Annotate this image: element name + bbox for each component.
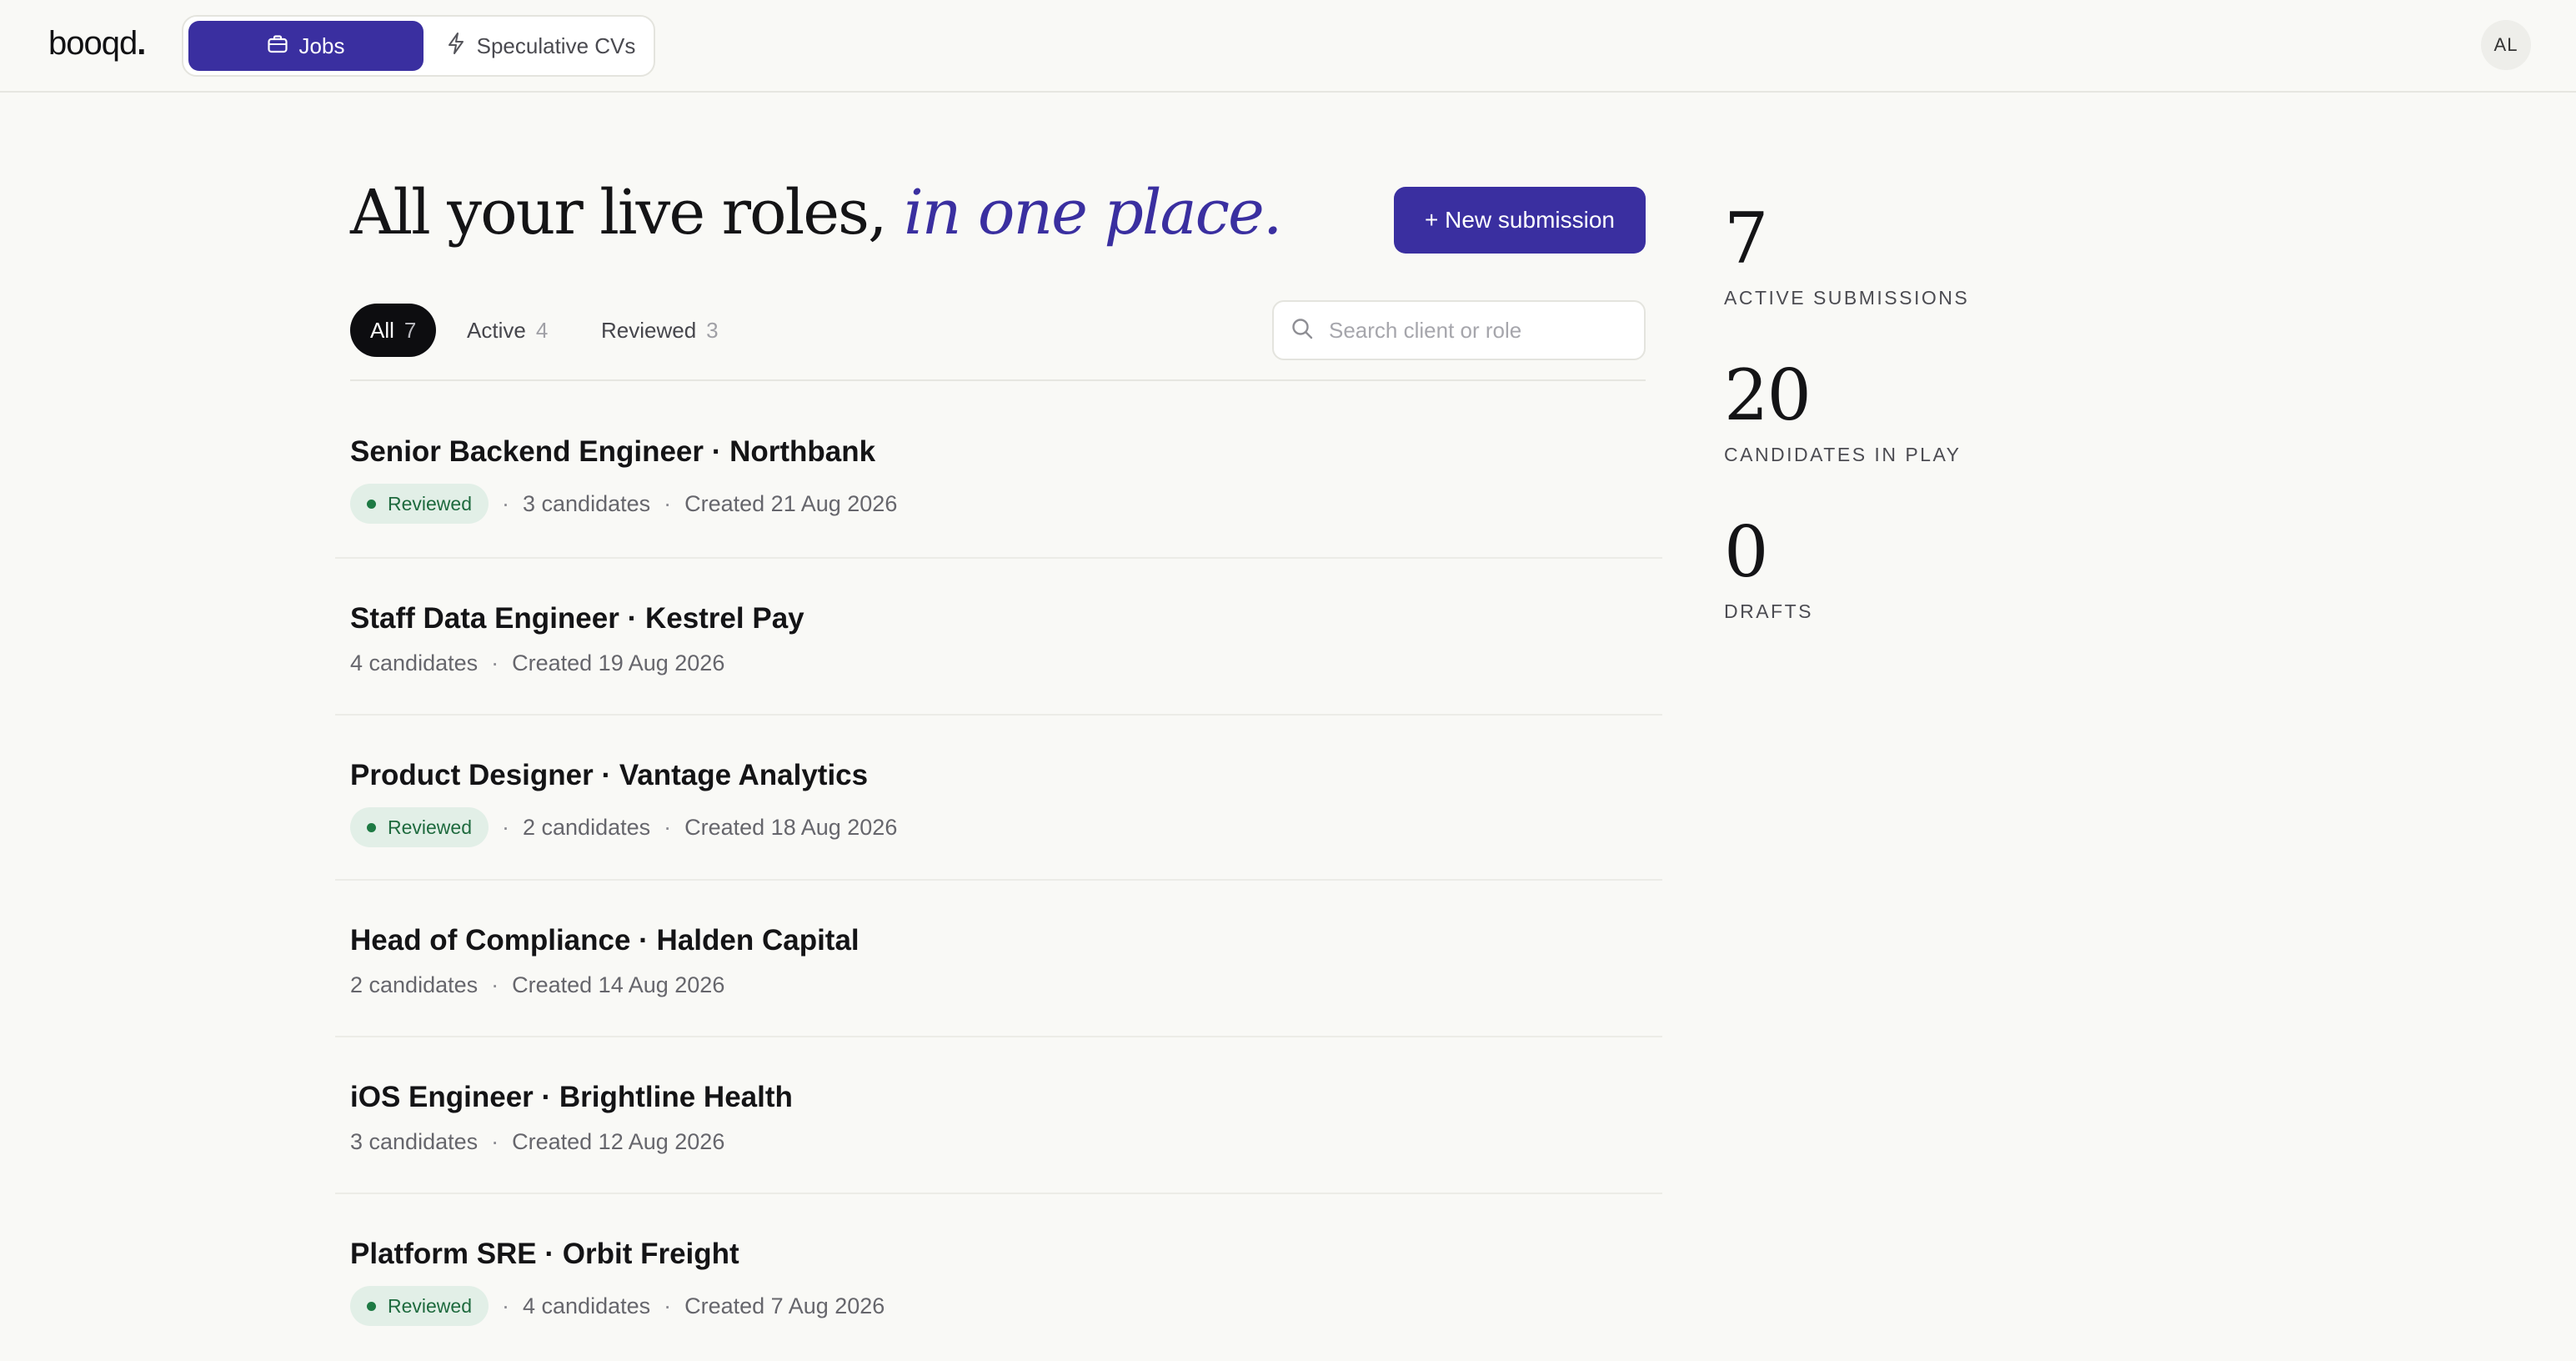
candidate-count: 3 candidates — [350, 1129, 479, 1154]
candidate-count: 2 candidates — [523, 814, 651, 840]
list-item[interactable]: Product Designer · Vantage Analytics Rev… — [335, 716, 1662, 881]
lightning-icon — [447, 32, 465, 61]
separator: · — [491, 650, 499, 675]
status-label: Reviewed — [388, 1294, 472, 1317]
nav-speculative-label: Speculative CVs — [476, 33, 636, 58]
stat-label: DRAFTS — [1724, 600, 1813, 622]
role-title: Platform SRE · Orbit Freight — [350, 1238, 739, 1270]
role-meta: 3 candidates · Created 12 Aug 2026 — [350, 1129, 1647, 1155]
created-date: Created 21 Aug 2026 — [684, 490, 898, 516]
briefcase-icon — [267, 33, 288, 59]
separator: · — [664, 490, 672, 516]
search-icon — [1291, 317, 1314, 344]
list-item[interactable]: iOS Engineer · Brightline Health 3 candi… — [335, 1037, 1662, 1194]
separator: · — [502, 1293, 509, 1318]
new-submission-button[interactable]: + New submission — [1394, 187, 1646, 254]
role-title: Head of Compliance · Halden Capital — [350, 924, 860, 957]
filter-active[interactable]: Active 4 — [467, 304, 548, 357]
created-date: Created 19 Aug 2026 — [512, 650, 725, 675]
status-dot — [367, 822, 376, 832]
status-badge: Reviewed — [350, 1286, 489, 1326]
logo-text: booqd — [48, 25, 138, 62]
separator: · — [491, 972, 499, 997]
logo-dot: . — [137, 25, 146, 62]
created-date: Created 18 Aug 2026 — [684, 814, 898, 840]
stat-active-submissions: 7 ACTIVE SUBMISSIONS — [1724, 203, 1969, 309]
logo[interactable]: booqd. — [48, 25, 146, 63]
list-item[interactable]: Platform SRE · Orbit Freight Reviewed · … — [335, 1194, 1662, 1361]
nav-speculative-tab[interactable]: Speculative CVs — [434, 21, 649, 71]
list-item[interactable]: Head of Compliance · Halden Capital 2 ca… — [335, 881, 1662, 1037]
role-meta: 4 candidates · Created 19 Aug 2026 — [350, 650, 1647, 676]
separator: · — [491, 1129, 499, 1154]
nav-jobs-tab[interactable]: Jobs — [188, 21, 423, 71]
search-input[interactable] — [1329, 317, 1637, 344]
filter-count: 3 — [706, 317, 719, 343]
roles-list: Senior Backend Engineer · Northbank Revi… — [335, 392, 1662, 1361]
filter-label: Active — [467, 317, 526, 343]
separator: · — [664, 1293, 672, 1318]
main-nav: Jobs Speculative CVs — [182, 15, 655, 77]
separator: · — [664, 814, 672, 840]
filter-count: 4 — [535, 317, 549, 343]
search-box — [1272, 300, 1646, 360]
filter-reviewed[interactable]: Reviewed 3 — [601, 304, 719, 357]
page-title-accent: in one place. — [904, 177, 1282, 249]
status-badge: Reviewed — [350, 484, 489, 524]
candidate-count: 4 candidates — [350, 650, 479, 675]
status-label: Reviewed — [388, 816, 472, 838]
created-date: Created 12 Aug 2026 — [512, 1129, 725, 1154]
created-date: Created 14 Aug 2026 — [512, 972, 725, 997]
stat-drafts: 0 DRAFTS — [1724, 517, 1813, 623]
nav-jobs-label: Jobs — [298, 33, 345, 58]
role-meta: Reviewed · 4 candidates · Created 7 Aug … — [350, 1286, 1647, 1326]
candidate-count: 2 candidates — [350, 972, 479, 997]
stat-label: ACTIVE SUBMISSIONS — [1724, 287, 1970, 309]
stat-value: 20 — [1724, 354, 1812, 436]
stat-candidates-in-play: 20 CANDIDATES IN PLAY — [1724, 360, 1961, 466]
role-title: iOS Engineer · Brightline Health — [350, 1081, 793, 1113]
role-meta: Reviewed · 2 candidates · Created 18 Aug… — [350, 807, 1647, 847]
candidate-count: 3 candidates — [523, 490, 651, 516]
role-meta: 2 candidates · Created 14 Aug 2026 — [350, 972, 1647, 998]
role-title: Senior Backend Engineer · Northbank — [350, 435, 876, 468]
status-dot — [367, 499, 376, 509]
filter-label: Reviewed — [601, 317, 697, 343]
list-item[interactable]: Senior Backend Engineer · Northbank Revi… — [335, 392, 1662, 559]
stat-label: CANDIDATES IN PLAY — [1724, 444, 1962, 465]
status-badge: Reviewed — [350, 807, 489, 847]
status-dot — [367, 1301, 376, 1311]
separator: · — [502, 490, 509, 516]
filter-label: All — [370, 317, 394, 343]
page-title: All your live roles, in one place. — [350, 177, 1282, 249]
list-item[interactable]: Staff Data Engineer · Kestrel Pay 4 cand… — [335, 559, 1662, 716]
avatar[interactable]: AL — [2481, 20, 2531, 70]
status-label: Reviewed — [388, 492, 472, 515]
filter-all[interactable]: All 7 — [350, 304, 437, 357]
candidate-count: 4 candidates — [523, 1293, 651, 1318]
list-divider — [350, 379, 1646, 381]
stat-value: 7 — [1724, 198, 1768, 279]
role-meta: Reviewed · 3 candidates · Created 21 Aug… — [350, 484, 1647, 524]
separator: · — [502, 814, 509, 840]
role-title: Product Designer · Vantage Analytics — [350, 759, 869, 791]
created-date: Created 7 Aug 2026 — [684, 1293, 885, 1318]
page-title-main: All your live roles, — [350, 177, 905, 249]
top-bar: booqd. Jobs Speculative CVs AL — [0, 0, 2576, 93]
stat-value: 0 — [1724, 511, 1768, 593]
filter-count: 7 — [403, 317, 417, 343]
role-title: Staff Data Engineer · Kestrel Pay — [350, 602, 804, 635]
